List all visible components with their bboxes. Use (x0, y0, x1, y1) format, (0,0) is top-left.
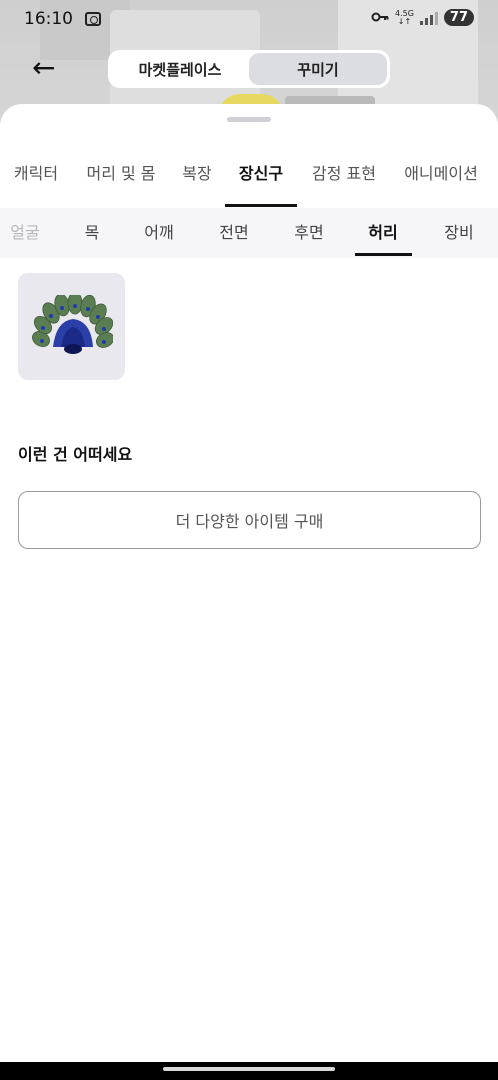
subtab-back[interactable]: 후면 (288, 208, 330, 258)
tab-clothing[interactable]: 복장 (178, 154, 216, 206)
subcategory-tabs: 얼굴 목 어깨 전면 후면 허리 장비 (0, 208, 498, 258)
home-gesture-pill[interactable] (163, 1067, 335, 1071)
tab-customize[interactable]: 꾸미기 (249, 53, 387, 85)
subtab-neck[interactable]: 목 (76, 208, 108, 258)
suggestion-title: 이런 건 어떠세요 (18, 445, 133, 464)
system-nav-bar (0, 1062, 498, 1080)
tab-head-body[interactable]: 머리 및 몸 (82, 154, 160, 206)
sheet-drag-handle[interactable] (227, 117, 271, 122)
subtab-front[interactable]: 전면 (213, 208, 255, 258)
subtab-gear[interactable]: 장비 (438, 208, 480, 258)
subcategory-tab-indicator (355, 253, 412, 256)
mode-segmented-control: 마켓플레이스 꾸미기 (108, 50, 390, 88)
back-button[interactable]: ← (32, 54, 68, 84)
network-arrows: ↓↑ (397, 16, 412, 26)
tab-accessories[interactable]: 장신구 (235, 154, 287, 206)
item-card[interactable] (18, 273, 125, 380)
status-bar: 16:10 4.5G ↓↑ 77 (0, 0, 498, 38)
screenshot-icon (85, 12, 101, 26)
tab-animations[interactable]: 애니메이션 (400, 154, 482, 206)
status-time: 16:10 (24, 9, 73, 29)
subtab-shoulder[interactable]: 어깨 (138, 208, 180, 258)
subtab-waist[interactable]: 허리 (360, 208, 406, 258)
category-tab-indicator (225, 204, 297, 207)
tab-emotes[interactable]: 감정 표현 (308, 154, 380, 206)
subtab-face[interactable]: 얼굴 (4, 208, 46, 258)
arrow-left-icon: ← (32, 51, 56, 84)
customize-sheet: 캐릭터 머리 및 몸 복장 장신구 감정 표현 애니메이션 얼굴 목 어깨 전면… (0, 104, 498, 1062)
network-indicator: 4.5G ↓↑ (395, 9, 414, 26)
category-tabs: 캐릭터 머리 및 몸 복장 장신구 감정 표현 애니메이션 (0, 154, 498, 206)
key-icon (371, 10, 389, 26)
status-icons: 4.5G ↓↑ 77 (371, 9, 474, 26)
battery-badge: 77 (443, 9, 474, 26)
tab-marketplace[interactable]: 마켓플레이스 (111, 53, 249, 85)
signal-icon (419, 11, 438, 25)
tab-character[interactable]: 캐릭터 (10, 154, 62, 206)
buy-more-items-button[interactable]: 더 다양한 아이템 구매 (18, 491, 481, 549)
peacock-tail-icon (31, 294, 113, 354)
